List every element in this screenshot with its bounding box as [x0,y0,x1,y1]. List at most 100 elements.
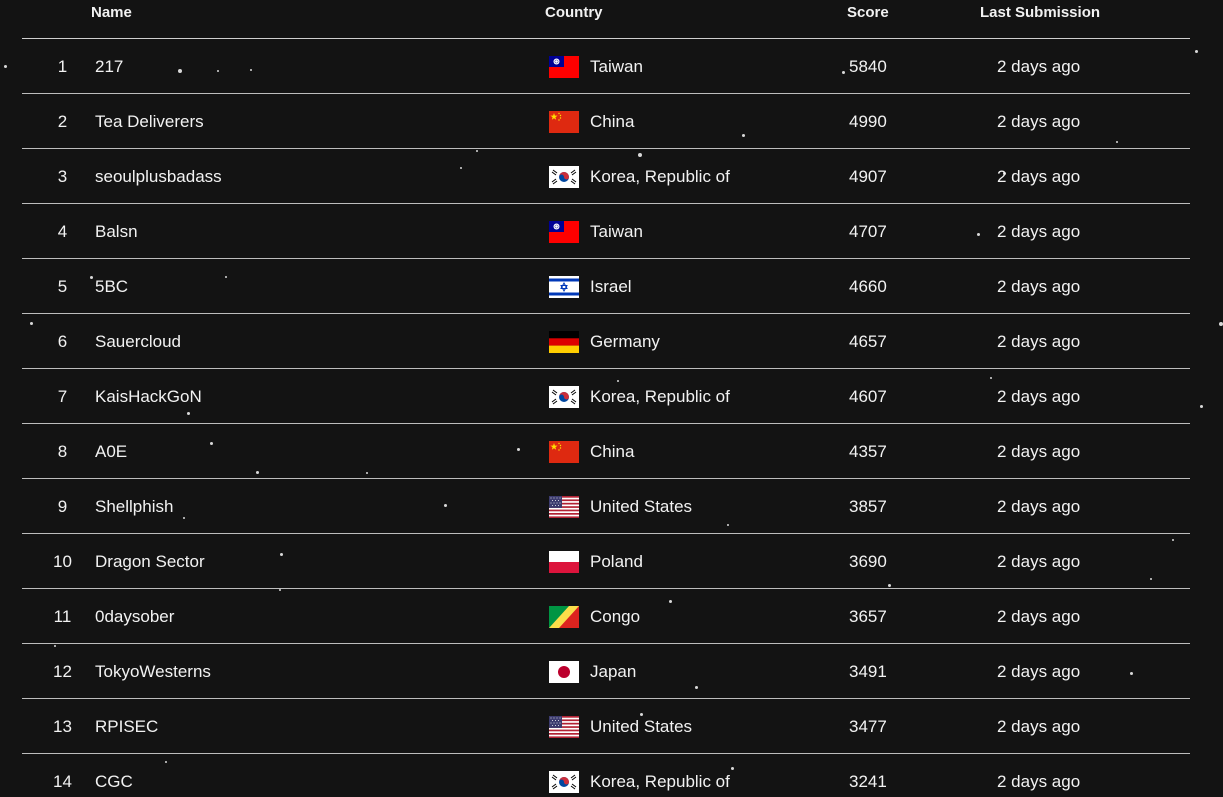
team-name-cell[interactable]: 5BC [95,277,128,297]
table-row[interactable]: 13 RPISEC United States 3477 2 days ago [22,699,1190,754]
table-row[interactable]: 14 CGC Korea, Republic of 3241 2 days ago [22,754,1190,797]
scoreboard-header: Name Country Score Last Submission [22,0,1190,39]
table-row[interactable]: 10 Dragon Sector Poland 3690 2 days ago [22,534,1190,589]
team-name-cell[interactable]: A0E [95,442,127,462]
poland-flag-icon [549,551,579,573]
rank-cell: 13 [53,717,72,736]
taiwan-flag-icon [549,221,579,243]
table-row[interactable]: 3 seoulplusbadass Korea, Republic of 4907 2 … [22,149,1190,204]
team-name-cell[interactable]: 0daysober [95,607,174,627]
team-name-cell[interactable]: Dragon Sector [95,552,205,572]
table-row[interactable]: 5 5BC Israel 4660 2 days ago [22,259,1190,314]
score-cell: 3690 [849,552,887,571]
rank-cell: 6 [57,332,68,351]
table-row[interactable]: 11 0daysober Congo 3657 2 days ago [22,589,1190,644]
scoreboard-page: Name Country Score Last Submission 1 217 T… [0,0,1223,797]
table-row[interactable]: 9 Shellphish United States 3857 2 days ago [22,479,1190,534]
south-korea-flag-icon [549,771,579,793]
table-row[interactable]: 4 Balsn Taiwan 4707 2 days ago [22,204,1190,259]
last-submission-cell: 2 days ago [997,277,1081,296]
score-cell: 3491 [849,662,887,681]
table-row[interactable]: 2 Tea Deliverers China 4990 2 days ago [22,94,1190,149]
rank-cell: 7 [57,387,68,406]
scoreboard-table-body: 1 217 Taiwan 5840 2 days ago 2 Tea Deliverers C… [22,39,1190,797]
score-cell: 5840 [849,57,887,76]
country-cell: Germany [590,332,660,351]
team-name-cell[interactable]: Balsn [95,222,138,242]
column-header-country[interactable]: Country [545,4,603,21]
country-cell: Korea, Republic of [590,167,730,186]
israel-flag-icon [549,276,579,298]
rank-cell: 1 [57,57,68,76]
score-cell: 3477 [849,717,887,736]
score-cell: 4657 [849,332,887,351]
rank-cell: 10 [53,552,72,571]
last-submission-cell: 2 days ago [997,607,1081,626]
column-header-name[interactable]: Name [91,4,132,21]
last-submission-cell: 2 days ago [997,222,1081,241]
team-name-cell[interactable]: Sauercloud [95,332,181,352]
rank-cell: 5 [57,277,68,296]
country-cell: United States [590,717,693,736]
last-submission-cell: 2 days ago [997,57,1081,76]
country-cell: Japan [590,662,637,681]
south-korea-flag-icon [549,386,579,408]
rank-cell: 8 [57,442,68,461]
table-row[interactable]: 12 TokyoWesterns Japan 3491 2 days ago [22,644,1190,699]
country-cell: United States [590,497,693,516]
team-name-cell[interactable]: CGC [95,772,133,792]
germany-flag-icon [549,331,579,353]
country-cell: Congo [590,607,641,626]
table-row[interactable]: 1 217 Taiwan 5840 2 days ago [22,39,1190,94]
south-korea-flag-icon [549,166,579,188]
country-cell: Korea, Republic of [590,772,730,791]
team-name-cell[interactable]: RPISEC [95,717,158,737]
last-submission-cell: 2 days ago [997,167,1081,186]
star-dot [1195,50,1198,53]
rank-cell: 14 [53,772,72,791]
china-flag-icon [549,441,579,463]
team-name-cell[interactable]: KaisHackGoN [95,387,202,407]
team-name-cell[interactable]: Tea Deliverers [95,112,204,132]
star-dot [1219,322,1223,326]
rank-cell: 2 [57,112,68,131]
last-submission-cell: 2 days ago [997,332,1081,351]
score-cell: 3657 [849,607,887,626]
last-submission-cell: 2 days ago [997,387,1081,406]
last-submission-cell: 2 days ago [997,112,1081,131]
rank-cell: 4 [57,222,68,241]
country-cell: Israel [590,277,632,296]
rank-cell: 12 [53,662,72,681]
table-row[interactable]: 6 Sauercloud Germany 4657 2 days ago [22,314,1190,369]
star-dot [1200,405,1203,408]
united-states-flag-icon [549,716,579,738]
column-header-last-submission[interactable]: Last Submission [980,4,1100,21]
country-cell: China [590,442,635,461]
score-cell: 4707 [849,222,887,241]
japan-flag-icon [549,661,579,683]
china-flag-icon [549,111,579,133]
country-cell: Taiwan [590,57,643,76]
score-cell: 4357 [849,442,887,461]
score-cell: 4607 [849,387,887,406]
country-cell: China [590,112,635,131]
table-row[interactable]: 8 A0E China 4357 2 days ago [22,424,1190,479]
score-cell: 4660 [849,277,887,296]
star-dot [4,65,7,68]
rank-cell: 9 [57,497,68,516]
united-states-flag-icon [549,496,579,518]
team-name-cell[interactable]: 217 [95,57,123,77]
last-submission-cell: 2 days ago [997,772,1081,791]
table-row[interactable]: 7 KaisHackGoN Korea, Republic of 4607 2 days… [22,369,1190,424]
score-cell: 4907 [849,167,887,186]
score-cell: 4990 [849,112,887,131]
last-submission-cell: 2 days ago [997,552,1081,571]
country-cell: Taiwan [590,222,643,241]
team-name-cell[interactable]: TokyoWesterns [95,662,211,682]
last-submission-cell: 2 days ago [997,442,1081,461]
column-header-score[interactable]: Score [847,4,889,21]
last-submission-cell: 2 days ago [997,662,1081,681]
country-cell: Korea, Republic of [590,387,730,406]
team-name-cell[interactable]: Shellphish [95,497,173,517]
team-name-cell[interactable]: seoulplusbadass [95,167,222,187]
